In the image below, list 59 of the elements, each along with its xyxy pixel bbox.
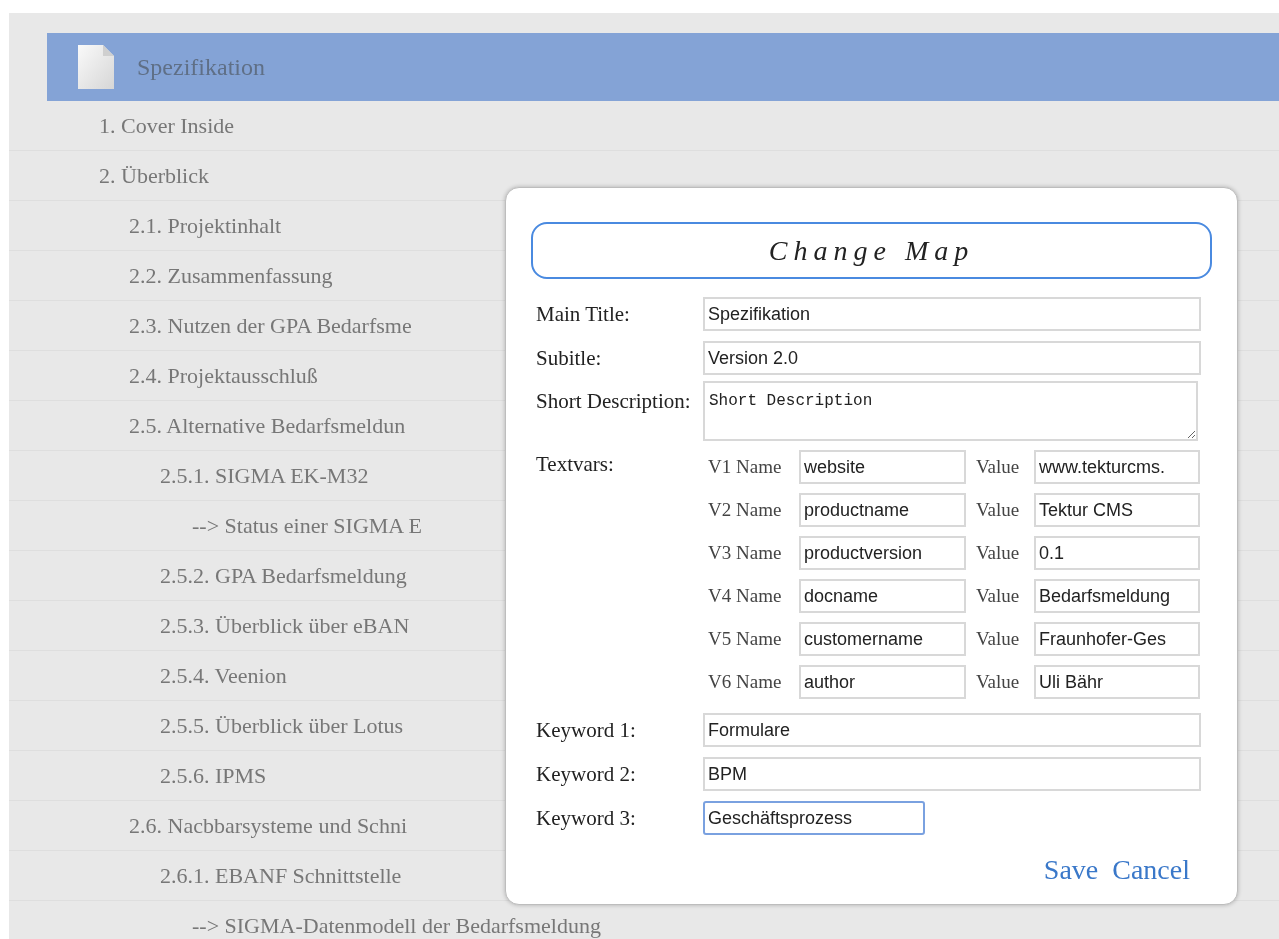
- cancel-link[interactable]: Cancel: [1112, 849, 1190, 891]
- textvar-value-field[interactable]: Tektur CMS: [1034, 493, 1200, 527]
- textvar-name-field[interactable]: productname: [799, 493, 966, 527]
- textvar-value-field[interactable]: Bedarfsmeldung: [1034, 579, 1200, 613]
- tree-item[interactable]: 2.6.1. EBANF Schnittstelle: [160, 859, 402, 892]
- textvar-name-field[interactable]: author: [799, 665, 966, 699]
- tree-root-label: Spezifikation: [137, 53, 265, 82]
- textvar-name-field[interactable]: website: [799, 450, 966, 484]
- short-description-field[interactable]: Short Description: [703, 381, 1198, 441]
- field-label: Subitle:: [536, 345, 603, 371]
- tree-item[interactable]: 2.5.4. Veenion: [160, 659, 287, 692]
- field-label: Main Title:: [536, 301, 631, 327]
- main-title-field[interactable]: Spezifikation: [703, 297, 1201, 331]
- tree-item[interactable]: --> Status einer SIGMA E: [192, 509, 422, 542]
- subtitle-field[interactable]: Version 2.0: [703, 341, 1201, 375]
- textvar-value-label: Value: [975, 497, 1021, 522]
- textvar-name-label: V6 Name: [707, 669, 783, 694]
- textvar-value-field[interactable]: Fraunhofer-Ges: [1034, 622, 1200, 656]
- tree-item[interactable]: 2.5.3. Überblick über eBAN: [160, 609, 410, 642]
- keyword-field[interactable]: Formulare: [703, 713, 1201, 747]
- tree-item[interactable]: 2.1. Projektinhalt: [129, 209, 282, 242]
- tree-item[interactable]: 2.4. Projektausschluß: [129, 359, 318, 392]
- tree-item[interactable]: --> SIGMA-Datenmodell der Bedarfsmeldung: [192, 909, 601, 939]
- textvar-name-label: V4 Name: [707, 583, 783, 608]
- textvar-value-label: Value: [975, 583, 1021, 608]
- field-label: Keyword 3:: [536, 805, 637, 831]
- textvar-name-label: V3 Name: [707, 540, 783, 565]
- field-label: Keyword 2:: [536, 761, 637, 787]
- tree-item[interactable]: 2.5.5. Überblick über Lotus: [160, 709, 404, 742]
- dialog-title: Change Map: [531, 222, 1212, 279]
- tree-item[interactable]: 2.6. Nacbbarsysteme und Schni: [129, 809, 407, 842]
- tree-item[interactable]: 2.5.6. IPMS: [160, 759, 267, 792]
- field-label: Short Description:: [536, 388, 692, 415]
- tree-item[interactable]: 1. Cover Inside: [99, 109, 235, 142]
- textvar-value-field[interactable]: www.tekturcms.: [1034, 450, 1200, 484]
- textvar-name-label: V2 Name: [707, 497, 783, 522]
- keyword-field[interactable]: Geschäftsprozess: [703, 801, 925, 835]
- tree-item[interactable]: 2.5. Alternative Bedarfsmeldun: [129, 409, 406, 442]
- textvar-name-field[interactable]: productversion: [799, 536, 966, 570]
- field-label: Keyword 1:: [536, 717, 637, 743]
- document-icon: [77, 44, 115, 90]
- save-link[interactable]: Save: [1043, 849, 1099, 891]
- keyword-field[interactable]: BPM: [703, 757, 1201, 791]
- tree-item[interactable]: 2. Überblick: [99, 159, 209, 192]
- textvar-name-field[interactable]: customername: [799, 622, 966, 656]
- textvar-name-label: V1 Name: [707, 454, 783, 479]
- tree-item[interactable]: 2.5.2. GPA Bedarfsmeldung: [160, 559, 407, 592]
- textvar-value-label: Value: [975, 626, 1021, 651]
- tree-item[interactable]: 2.2. Zusammenfassung: [129, 259, 333, 292]
- textvar-value-label: Value: [975, 540, 1021, 565]
- tree-item[interactable]: 2.3. Nutzen der GPA Bedarfsme: [129, 309, 412, 342]
- textvar-value-label: Value: [975, 454, 1021, 479]
- textvar-value-field[interactable]: 0.1: [1034, 536, 1200, 570]
- tree-item[interactable]: 2.5.1. SIGMA EK-M32: [160, 459, 369, 492]
- textvar-name-label: V5 Name: [707, 626, 783, 651]
- textvar-value-field[interactable]: Uli Bähr: [1034, 665, 1200, 699]
- field-label: Textvars:: [536, 451, 615, 477]
- textvar-name-field[interactable]: docname: [799, 579, 966, 613]
- textvar-value-label: Value: [975, 669, 1021, 694]
